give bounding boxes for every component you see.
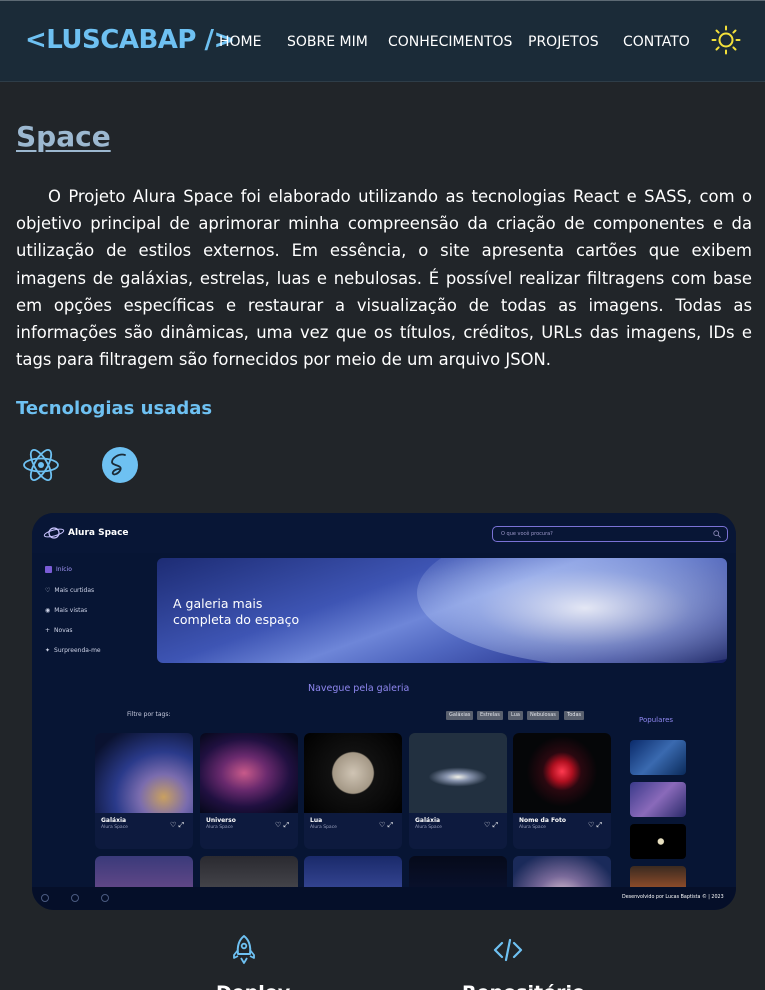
thumbs-up-icon: ♡ (45, 587, 51, 594)
site-header: <LUSCABAP /> HOME SOBRE MIM CONHECIMENTO… (0, 0, 765, 82)
preview-filter-label: Filtre por tags: (127, 711, 171, 718)
bulb-icon: ✦ (45, 647, 51, 654)
preview-tag-estrelas: Estrelas (477, 711, 503, 720)
preview-menu-novas: + Novas (45, 627, 73, 634)
nav-conhecimentos[interactable]: CONHECIMENTOS (388, 34, 512, 50)
preview-hero-banner: A galeria mais completa do espaço (157, 558, 727, 663)
galaxy-image (95, 733, 193, 813)
home-icon (45, 566, 52, 573)
preview-card: Galáxia Alura Space ♡ ⤢ (95, 733, 193, 849)
tech-heading: Tecnologias usadas (16, 398, 213, 419)
preview-card: Universo Alura Space ♡ ⤢ (200, 733, 298, 849)
preview-menu-surpreenda: ✦ Surpreenda-me (45, 647, 101, 654)
preview-tag-lua: Lua (508, 711, 523, 720)
search-icon (713, 530, 721, 538)
preview-card: Nome da Foto Alura Space ♡ ⤢ (513, 733, 611, 849)
preview-tag-nebulosas: Nebulosas (527, 711, 559, 720)
nav-contato[interactable]: CONTATO (623, 34, 690, 50)
preview-popular-image (630, 782, 686, 817)
site-logo[interactable]: <LUSCABAP /> (25, 25, 235, 55)
nebula-image (513, 733, 611, 813)
preview-popular-image (630, 824, 686, 859)
deploy-link[interactable]: Deploy (216, 982, 290, 990)
eye-icon: ◉ (45, 607, 51, 614)
preview-brand: Alura Space (68, 528, 129, 538)
moon-image (304, 733, 402, 813)
nav-projetos[interactable]: PROJETOS (528, 34, 599, 50)
project-description: O Projeto Alura Space foi elaborado util… (16, 187, 752, 370)
preview-card: Galáxia Alura Space ♡ ⤢ (409, 733, 507, 849)
social-icon (71, 894, 79, 902)
heart-expand-icon: ♡ ⤢ (484, 821, 499, 829)
project-screenshot: Alura Space O que você procura? Início ♡… (32, 513, 736, 910)
nav-sobre-mim[interactable]: SOBRE MIM (287, 34, 368, 50)
nav-home[interactable]: HOME (219, 34, 261, 50)
social-icon (101, 894, 109, 902)
planet-icon (43, 527, 65, 539)
preview-menu-vistas: ◉ Mais vistas (45, 607, 88, 614)
sass-icon (102, 447, 138, 483)
preview-tag-galaxias: Galáxias (446, 711, 474, 720)
preview-menu-inicio: Início (45, 566, 72, 573)
heart-expand-icon: ♡ ⤢ (275, 821, 290, 829)
preview-tag-todas: Todas (564, 711, 585, 720)
preview-popular-image (630, 740, 686, 775)
plus-icon: + (45, 627, 51, 634)
preview-menu-curtidas: ♡ Mais curtidas (45, 587, 95, 594)
universe-image (200, 733, 298, 813)
react-icon (23, 449, 59, 481)
heart-expand-icon: ♡ ⤢ (170, 821, 185, 829)
sun-icon[interactable] (711, 25, 741, 55)
repository-link[interactable]: Repositório (462, 982, 585, 990)
heart-expand-icon: ♡ ⤢ (379, 821, 394, 829)
preview-footer: Desenvolvido por Lucas Baptista © | 2023 (32, 887, 736, 910)
preview-gallery-title: Navegue pela galeria (308, 683, 410, 694)
preview-popular-title: Populares (639, 716, 674, 724)
heart-expand-icon: ♡ ⤢ (588, 821, 603, 829)
preview-hero-text: A galeria mais completa do espaço (173, 596, 300, 627)
preview-search-input: O que você procura? (492, 526, 728, 542)
preview-footer-text: Desenvolvido por Lucas Baptista © | 2023 (622, 895, 724, 900)
preview-card: Lua Alura Space ♡ ⤢ (304, 733, 402, 849)
rocket-icon[interactable] (229, 934, 259, 966)
code-icon[interactable] (493, 934, 523, 966)
andromeda-image (409, 733, 507, 813)
project-title: Space (16, 120, 111, 153)
social-icon (41, 894, 49, 902)
